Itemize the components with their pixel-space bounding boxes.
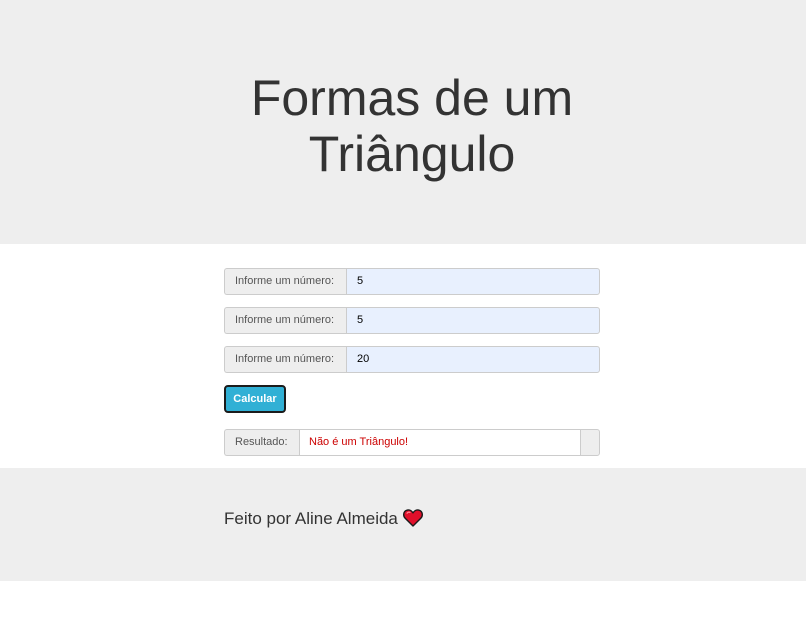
number-input-group-2: Informe um número: 5	[224, 307, 600, 334]
number-input-2[interactable]: 5	[346, 307, 600, 334]
page-footer: Feito por Aline Almeida	[0, 468, 806, 581]
number-input-group-3: Informe um número: 20	[224, 346, 600, 373]
result-label: Resultado:	[224, 429, 299, 456]
page-title: Formas de um Triângulo	[0, 70, 806, 182]
number-input-3[interactable]: 20	[346, 346, 600, 373]
number-label-2: Informe um número:	[224, 307, 346, 334]
number-label-1: Informe um número:	[224, 268, 346, 295]
number-input-group-1: Informe um número: 5	[224, 268, 600, 295]
page-title-line2: Triângulo	[308, 126, 516, 182]
form-section: Informe um número: 5 Informe um número: …	[0, 244, 806, 468]
footer-credit: Feito por Aline Almeida	[224, 508, 423, 533]
result-output: Não é um Triângulo!	[299, 429, 580, 456]
number-label-3: Informe um número:	[224, 346, 346, 373]
result-addon-button[interactable]	[580, 429, 600, 456]
page-title-line1: Formas de um	[250, 70, 574, 126]
result-group: Resultado: Não é um Triângulo!	[224, 429, 600, 456]
heart-icon	[402, 509, 423, 533]
footer-credit-text: Feito por Aline Almeida	[224, 509, 398, 528]
page-header: Formas de um Triângulo	[0, 0, 806, 244]
number-input-1[interactable]: 5	[346, 268, 600, 295]
calculate-button[interactable]: Calcular	[224, 385, 286, 413]
